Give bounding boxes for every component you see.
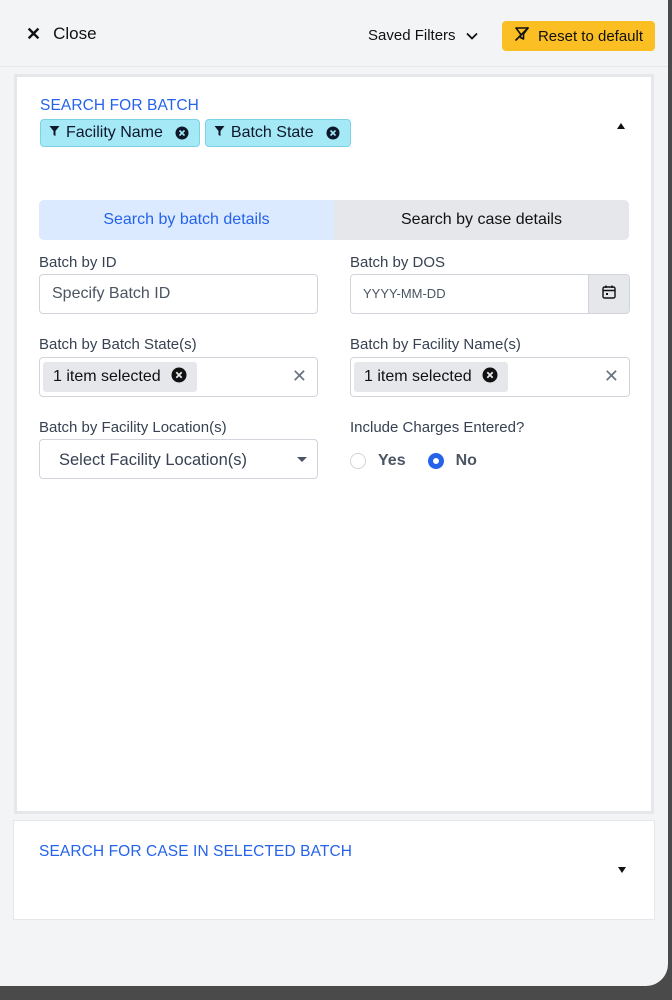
- charges-radio-group: Yes No: [350, 452, 477, 470]
- active-filter-chips: Facility Name Batch State: [40, 119, 351, 147]
- chip-label: Facility Name: [66, 124, 163, 141]
- window-frame: ✕ Close Saved Filters Reset to default S…: [0, 0, 672, 1000]
- tab-case-details[interactable]: Search by case details: [334, 200, 629, 240]
- filter-panel: ✕ Close Saved Filters Reset to default S…: [0, 0, 668, 986]
- case-section-title: SEARCH FOR CASE IN SELECTED BATCH: [39, 843, 353, 860]
- facility-location-placeholder: Select Facility Location(s): [59, 451, 247, 469]
- saved-filters-dropdown[interactable]: Saved Filters: [368, 27, 478, 44]
- radio-yes-label: Yes: [378, 452, 406, 469]
- date-picker-button[interactable]: [588, 275, 629, 313]
- facility-location-label: Batch by Facility Location(s): [39, 419, 227, 436]
- search-mode-tabs: Search by batch details Search by case d…: [39, 200, 629, 240]
- clear-selection-icon[interactable]: ✕: [292, 366, 307, 387]
- clear-selection-icon[interactable]: ✕: [604, 366, 619, 387]
- filter-icon: [214, 124, 225, 142]
- saved-filters-label: Saved Filters: [368, 27, 456, 44]
- batch-section-title: SEARCH FOR BATCH: [40, 97, 199, 114]
- expand-caret-icon[interactable]: [618, 867, 626, 873]
- calendar-icon: [601, 284, 617, 305]
- facility-name-multiselect[interactable]: 1 item selected ✕: [350, 357, 630, 397]
- reset-to-default-button[interactable]: Reset to default: [502, 21, 655, 51]
- caret-down-icon: [297, 457, 307, 462]
- filter-icon: [49, 124, 60, 142]
- circle-x-icon[interactable]: [175, 126, 189, 140]
- facility-name-label: Batch by Facility Name(s): [350, 336, 521, 353]
- charges-label: Include Charges Entered?: [350, 419, 525, 436]
- close-icon: ✕: [26, 24, 42, 44]
- radio-unchecked-icon[interactable]: [350, 453, 366, 469]
- close-label: Close: [53, 24, 97, 43]
- batch-id-input[interactable]: [40, 275, 317, 313]
- radio-no[interactable]: No: [427, 452, 477, 470]
- circle-x-icon[interactable]: [482, 367, 498, 388]
- collapse-caret-icon[interactable]: [617, 123, 625, 129]
- case-search-card: SEARCH FOR CASE IN SELECTED BATCH: [13, 820, 655, 920]
- batch-dos-label: Batch by DOS: [350, 254, 446, 271]
- selected-items-tag[interactable]: 1 item selected: [354, 362, 508, 392]
- batch-state-multiselect[interactable]: 1 item selected ✕: [39, 357, 318, 397]
- batch-dos-field: [350, 274, 630, 314]
- radio-checked-icon[interactable]: [427, 453, 444, 469]
- batch-id-field: [39, 274, 318, 314]
- reset-label: Reset to default: [537, 27, 644, 45]
- tab-batch-details[interactable]: Search by batch details: [39, 200, 334, 240]
- chevron-down-icon: [465, 32, 478, 40]
- batch-search-card: SEARCH FOR BATCH Facility Name Batch Sta: [14, 74, 654, 814]
- radio-no-label: No: [455, 452, 477, 469]
- filter-chip-batch-state[interactable]: Batch State: [204, 119, 351, 147]
- chip-label: Batch State: [230, 124, 314, 141]
- batch-id-label: Batch by ID: [39, 254, 117, 271]
- selected-items-tag[interactable]: 1 item selected: [43, 362, 197, 392]
- batch-state-label: Batch by Batch State(s): [39, 336, 197, 353]
- facility-location-select[interactable]: Select Facility Location(s): [39, 439, 318, 479]
- panel-header: ✕ Close Saved Filters Reset to default: [0, 0, 668, 67]
- close-button[interactable]: ✕ Close: [26, 24, 97, 44]
- tag-label: 1 item selected: [364, 368, 472, 385]
- circle-x-icon[interactable]: [171, 367, 187, 388]
- circle-x-icon[interactable]: [326, 126, 340, 140]
- batch-dos-input[interactable]: [351, 275, 589, 313]
- filter-chip-facility-name[interactable]: Facility Name: [40, 119, 200, 147]
- filter-off-icon: [514, 26, 530, 46]
- tag-label: 1 item selected: [53, 368, 161, 385]
- radio-yes[interactable]: Yes: [350, 452, 406, 470]
